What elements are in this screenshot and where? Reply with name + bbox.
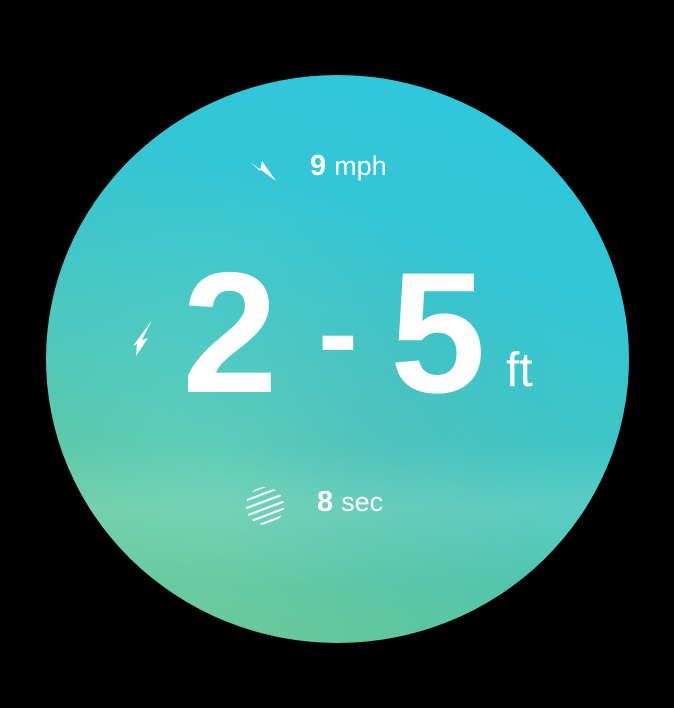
wave-period-row: 8 sec (244, 486, 383, 526)
swell-height-low: 2 (182, 237, 278, 429)
swell-height-separator: - (318, 266, 358, 400)
wave-period-value: 8 (317, 486, 334, 518)
screen: 9 mph 2 - 5 ft 8 sec (0, 0, 674, 708)
swell-height-unit: ft (506, 344, 533, 397)
wind-row: 9 mph (248, 150, 387, 190)
wave-period-unit: sec (341, 487, 384, 517)
swell-direction-arrow-icon (130, 318, 154, 358)
wave-period-icon (244, 485, 286, 527)
swell-height-high: 5 (390, 237, 486, 429)
wind-direction-arrow-icon (248, 155, 278, 185)
wind-speed-unit: mph (334, 151, 387, 181)
wind-speed-value: 9 (310, 150, 327, 182)
